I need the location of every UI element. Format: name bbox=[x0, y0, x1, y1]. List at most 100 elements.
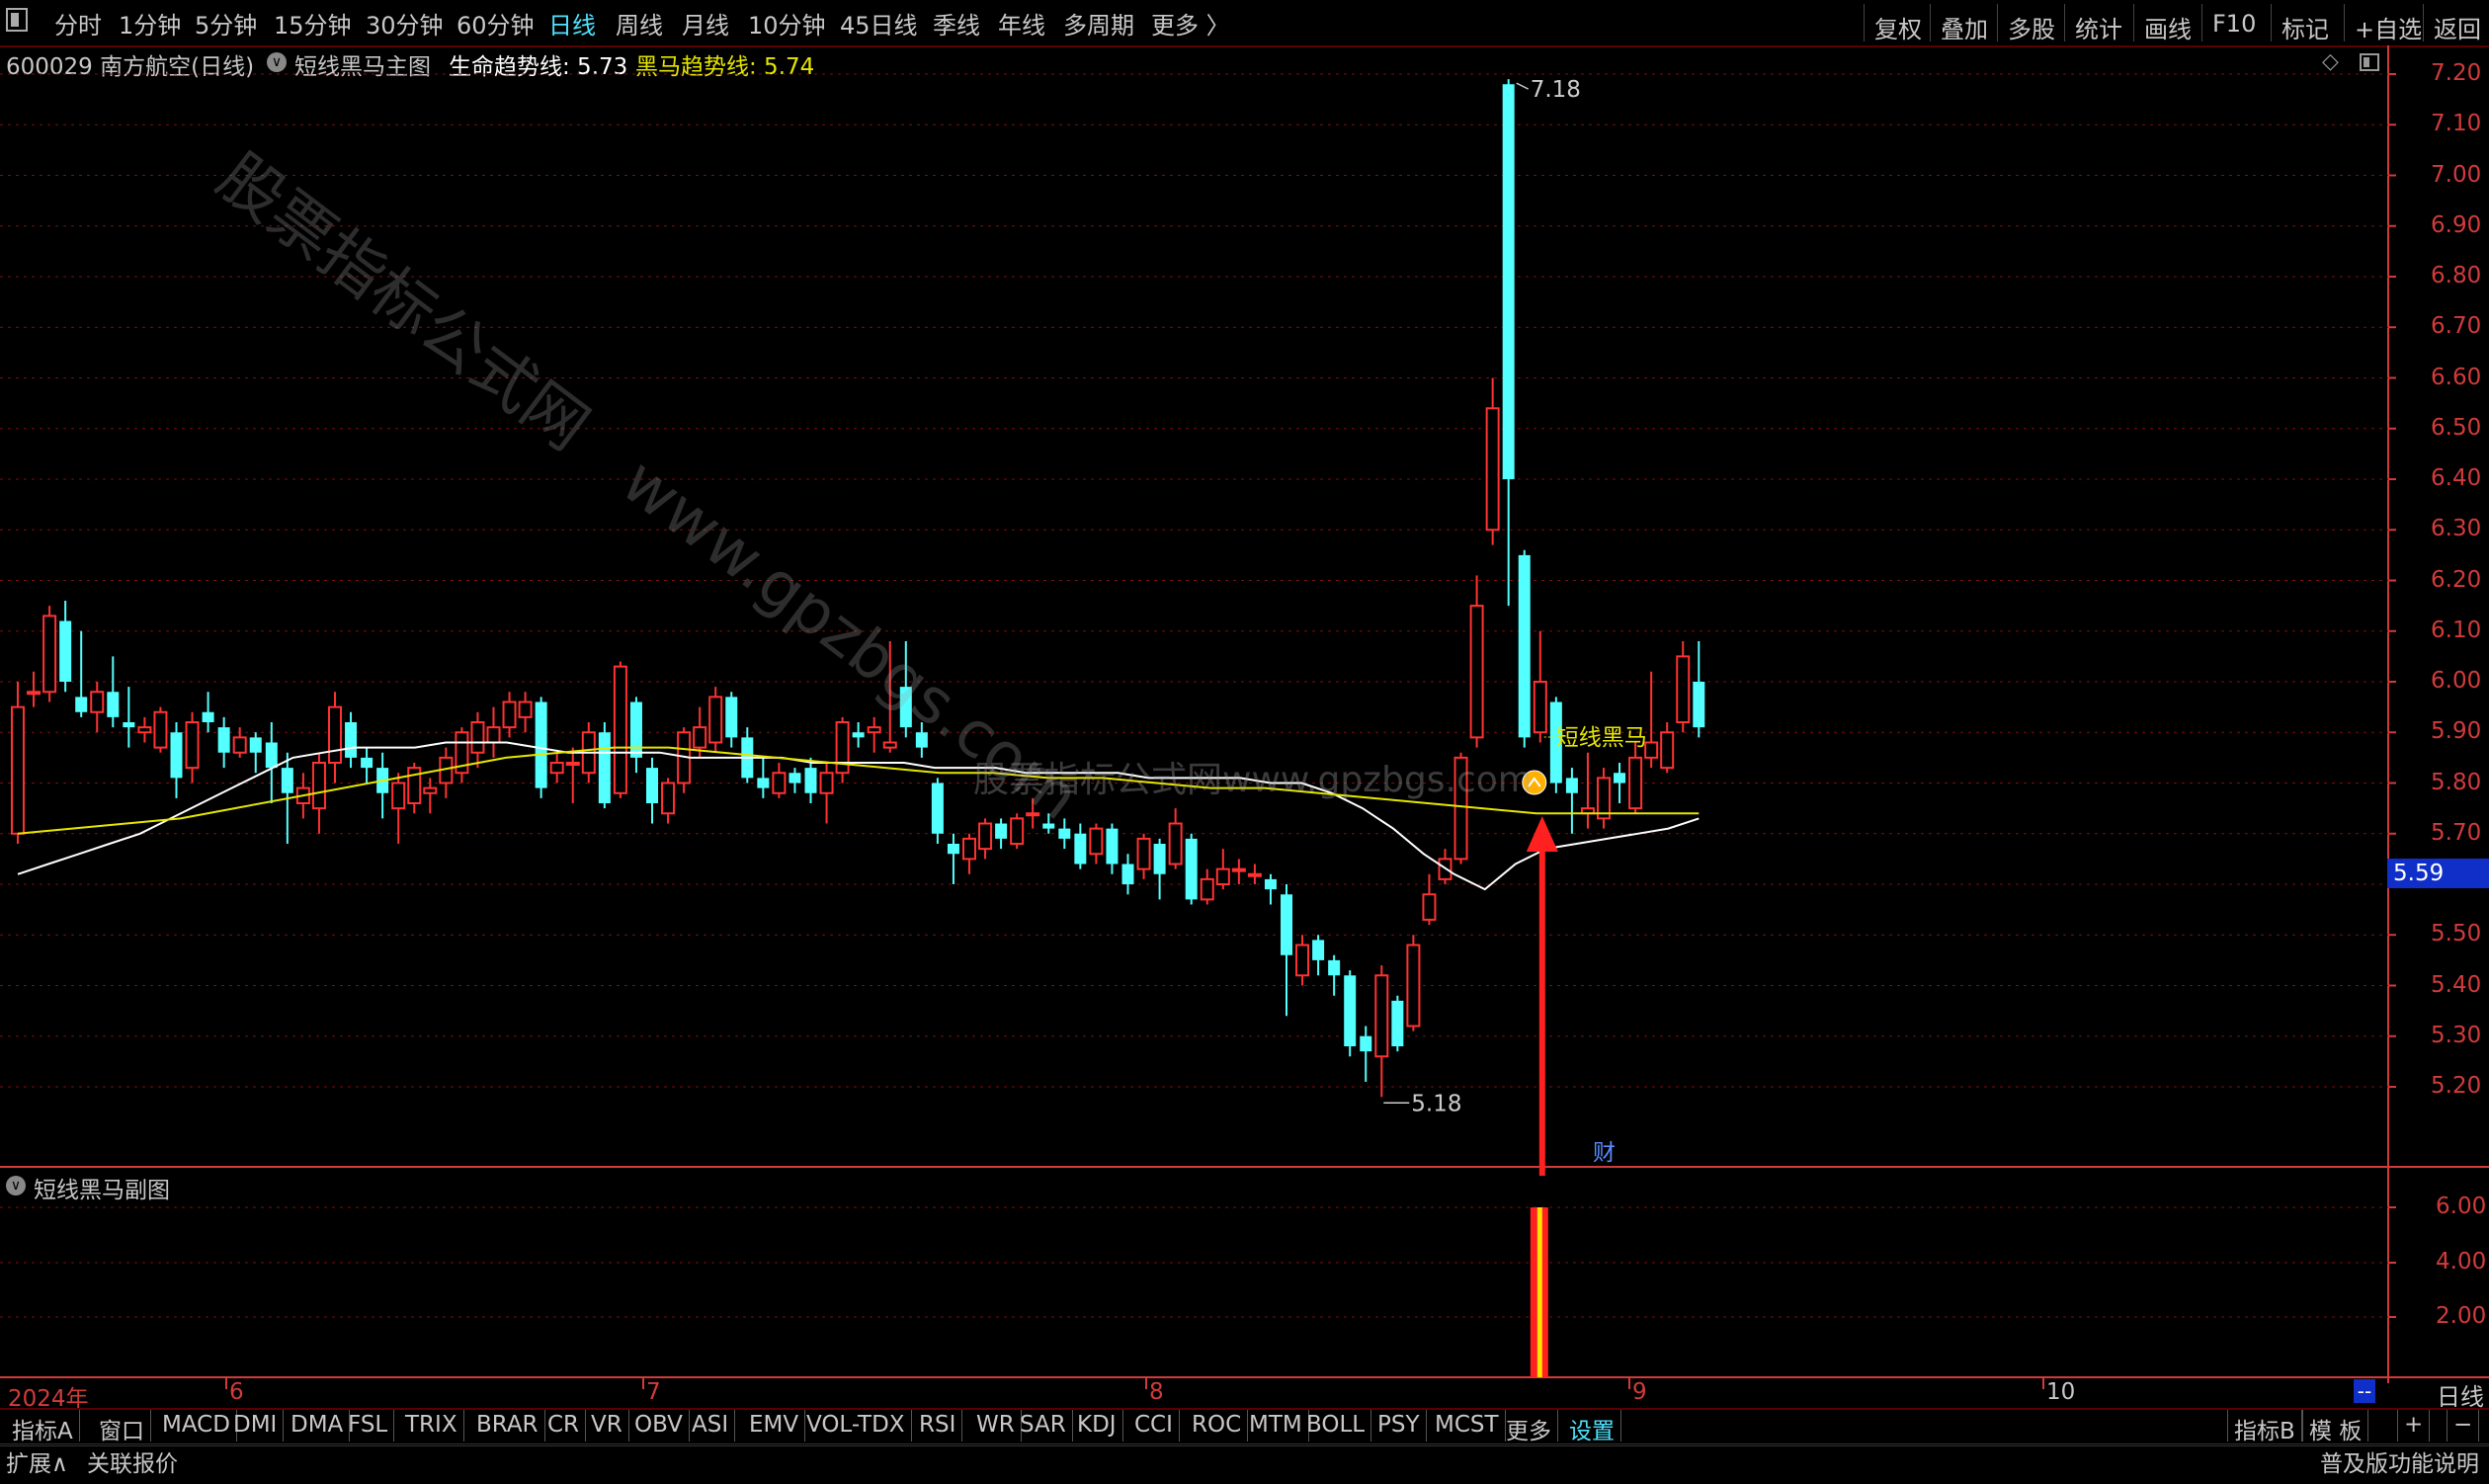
indicator-tab[interactable]: PSY bbox=[1371, 1410, 1427, 1442]
indicator-tab[interactable]: CR bbox=[541, 1410, 587, 1442]
indicator-tab[interactable]: BOLL bbox=[1300, 1410, 1372, 1442]
indicator-tab[interactable]: SAR bbox=[1014, 1410, 1073, 1442]
period-tab[interactable]: 更多 〉 bbox=[1151, 6, 1230, 41]
candle-body bbox=[1360, 1035, 1372, 1052]
date-tick-mark bbox=[1628, 1377, 1630, 1389]
period-tab[interactable]: 30分钟 bbox=[366, 6, 444, 41]
price-tick-label: 5.40 bbox=[2431, 971, 2482, 998]
period-tab[interactable]: 多周期 bbox=[1063, 6, 1134, 41]
period-tab[interactable]: 15分钟 bbox=[274, 6, 352, 41]
candle-body bbox=[693, 726, 707, 749]
indicator-tab[interactable]: 窗口 bbox=[93, 1410, 151, 1444]
indicator-right-tab[interactable]: 模 板 bbox=[2302, 1410, 2369, 1444]
indicator-right-tab[interactable]: + bbox=[2397, 1410, 2431, 1442]
candle-body bbox=[75, 697, 88, 712]
period-tab[interactable]: 10分钟 bbox=[748, 6, 826, 41]
period-tab[interactable]: 45日线 bbox=[840, 6, 918, 41]
candle-body bbox=[788, 773, 801, 783]
candle-body bbox=[1469, 605, 1484, 739]
toolbar-button[interactable]: 返回 bbox=[2423, 4, 2489, 43]
indicator-tab[interactable]: BRAR bbox=[470, 1410, 545, 1442]
candle-body bbox=[1533, 681, 1547, 734]
price-tick-label: 6.90 bbox=[2431, 211, 2482, 238]
indicator-tab[interactable]: ROC bbox=[1186, 1410, 1249, 1442]
indicator-tab[interactable]: EMV bbox=[743, 1410, 806, 1442]
candle-body bbox=[1200, 877, 1214, 901]
indicator-tab[interactable]: 更多 bbox=[1500, 1410, 1558, 1444]
candle-body bbox=[1676, 655, 1691, 723]
indicator-tab[interactable]: RSI bbox=[913, 1410, 963, 1442]
toolbar-button[interactable]: F10 bbox=[2201, 4, 2266, 41]
price-tick-label: 7.10 bbox=[2431, 111, 2482, 137]
indicator-tab[interactable]: 指标A bbox=[6, 1410, 80, 1444]
price-tick-label: 7.20 bbox=[2431, 60, 2482, 86]
toolbar-button[interactable]: 复权 bbox=[1864, 4, 1932, 43]
scroll-indicator[interactable]: -- bbox=[2354, 1379, 2375, 1403]
candle-body bbox=[1215, 867, 1230, 885]
sub-tick-label: 4.00 bbox=[2436, 1249, 2487, 1275]
price-tick-label: 7.00 bbox=[2431, 161, 2482, 188]
candle-body bbox=[613, 665, 627, 794]
period-tab[interactable]: 月线 bbox=[682, 6, 729, 41]
toolbar-button[interactable]: 多股 bbox=[1997, 4, 2065, 43]
toolbar-button[interactable]: 标记 bbox=[2271, 4, 2339, 43]
help-link[interactable]: 普及版功能说明 bbox=[2320, 1444, 2479, 1478]
toolbar-button[interactable]: 叠加 bbox=[1930, 4, 1998, 43]
period-tab[interactable]: 年线 bbox=[998, 6, 1045, 41]
period-tab[interactable]: 60分钟 bbox=[456, 6, 535, 41]
date-tick-label: 10 bbox=[2046, 1379, 2076, 1405]
period-tab[interactable]: 日线 bbox=[548, 6, 596, 41]
period-tab[interactable]: 分时 bbox=[54, 6, 102, 41]
candle-body bbox=[1074, 833, 1087, 865]
indicator-tab[interactable]: ASI bbox=[686, 1410, 736, 1442]
indicator-tab[interactable]: 设置 bbox=[1563, 1410, 1621, 1444]
candle-body bbox=[217, 727, 230, 753]
indicator-tab[interactable]: DMA bbox=[285, 1410, 351, 1442]
price-tick-label: 5.70 bbox=[2431, 819, 2482, 846]
toolbar-button[interactable]: 统计 bbox=[2064, 4, 2132, 43]
candle-body bbox=[107, 692, 120, 717]
indicator-tab[interactable]: MCST bbox=[1429, 1410, 1506, 1442]
indicator-right-tab[interactable]: − bbox=[2447, 1410, 2480, 1442]
indicator-tab[interactable]: KDJ bbox=[1071, 1410, 1123, 1442]
period-tab[interactable]: 季线 bbox=[933, 6, 980, 41]
indicator-tab[interactable]: FSL bbox=[342, 1410, 395, 1442]
indicator-tab[interactable]: CCI bbox=[1128, 1410, 1180, 1442]
indicator-right-tab[interactable]: 指标B bbox=[2227, 1410, 2302, 1444]
period-label[interactable]: 日线 bbox=[2437, 1377, 2484, 1412]
indicator-tab[interactable]: MTM bbox=[1243, 1410, 1309, 1442]
indicator-tab[interactable]: MACD bbox=[156, 1410, 237, 1442]
candle-body bbox=[772, 772, 787, 794]
price-tick-label: 6.20 bbox=[2431, 566, 2482, 593]
subchart-collapse-icon[interactable]: ∨ bbox=[6, 1176, 26, 1195]
candle-body bbox=[170, 732, 183, 779]
indicator-tab[interactable]: DMI bbox=[227, 1410, 285, 1442]
toolbar-button[interactable]: +自选 bbox=[2344, 4, 2432, 43]
date-tick-mark bbox=[225, 1377, 227, 1389]
period-tab[interactable]: 1分钟 bbox=[119, 6, 181, 41]
candle-body bbox=[1168, 822, 1183, 866]
sub-signal-bar-core bbox=[1536, 1207, 1542, 1377]
candle-body bbox=[535, 701, 547, 788]
high-pointer bbox=[1516, 82, 1530, 90]
candle-body bbox=[90, 691, 105, 713]
related-quote-button[interactable]: 关联报价 bbox=[87, 1444, 178, 1478]
indicator-tab[interactable]: TRIX bbox=[399, 1410, 464, 1442]
signal-arrow-head bbox=[1526, 816, 1558, 852]
expand-button[interactable]: 扩展∧ bbox=[6, 1444, 68, 1478]
candle-body bbox=[1231, 867, 1246, 872]
candle-body bbox=[1614, 773, 1626, 783]
menu-toggle-icon[interactable] bbox=[6, 8, 28, 32]
candle-body bbox=[1406, 944, 1421, 1028]
candle-body bbox=[123, 722, 135, 728]
indicator-tab[interactable]: VOL-TDX bbox=[800, 1410, 912, 1442]
period-tab[interactable]: 周线 bbox=[616, 6, 663, 41]
date-tick-label: 7 bbox=[646, 1379, 661, 1405]
indicator-tab[interactable]: VR bbox=[585, 1410, 629, 1442]
toolbar-button[interactable]: 画线 bbox=[2133, 4, 2201, 43]
date-tick-label: 9 bbox=[1632, 1379, 1647, 1405]
period-tab[interactable]: 5分钟 bbox=[195, 6, 257, 41]
subchart-title[interactable]: 短线黑马副图 bbox=[34, 1171, 170, 1204]
indicator-tab[interactable]: OBV bbox=[628, 1410, 690, 1442]
candle-body bbox=[423, 786, 438, 794]
